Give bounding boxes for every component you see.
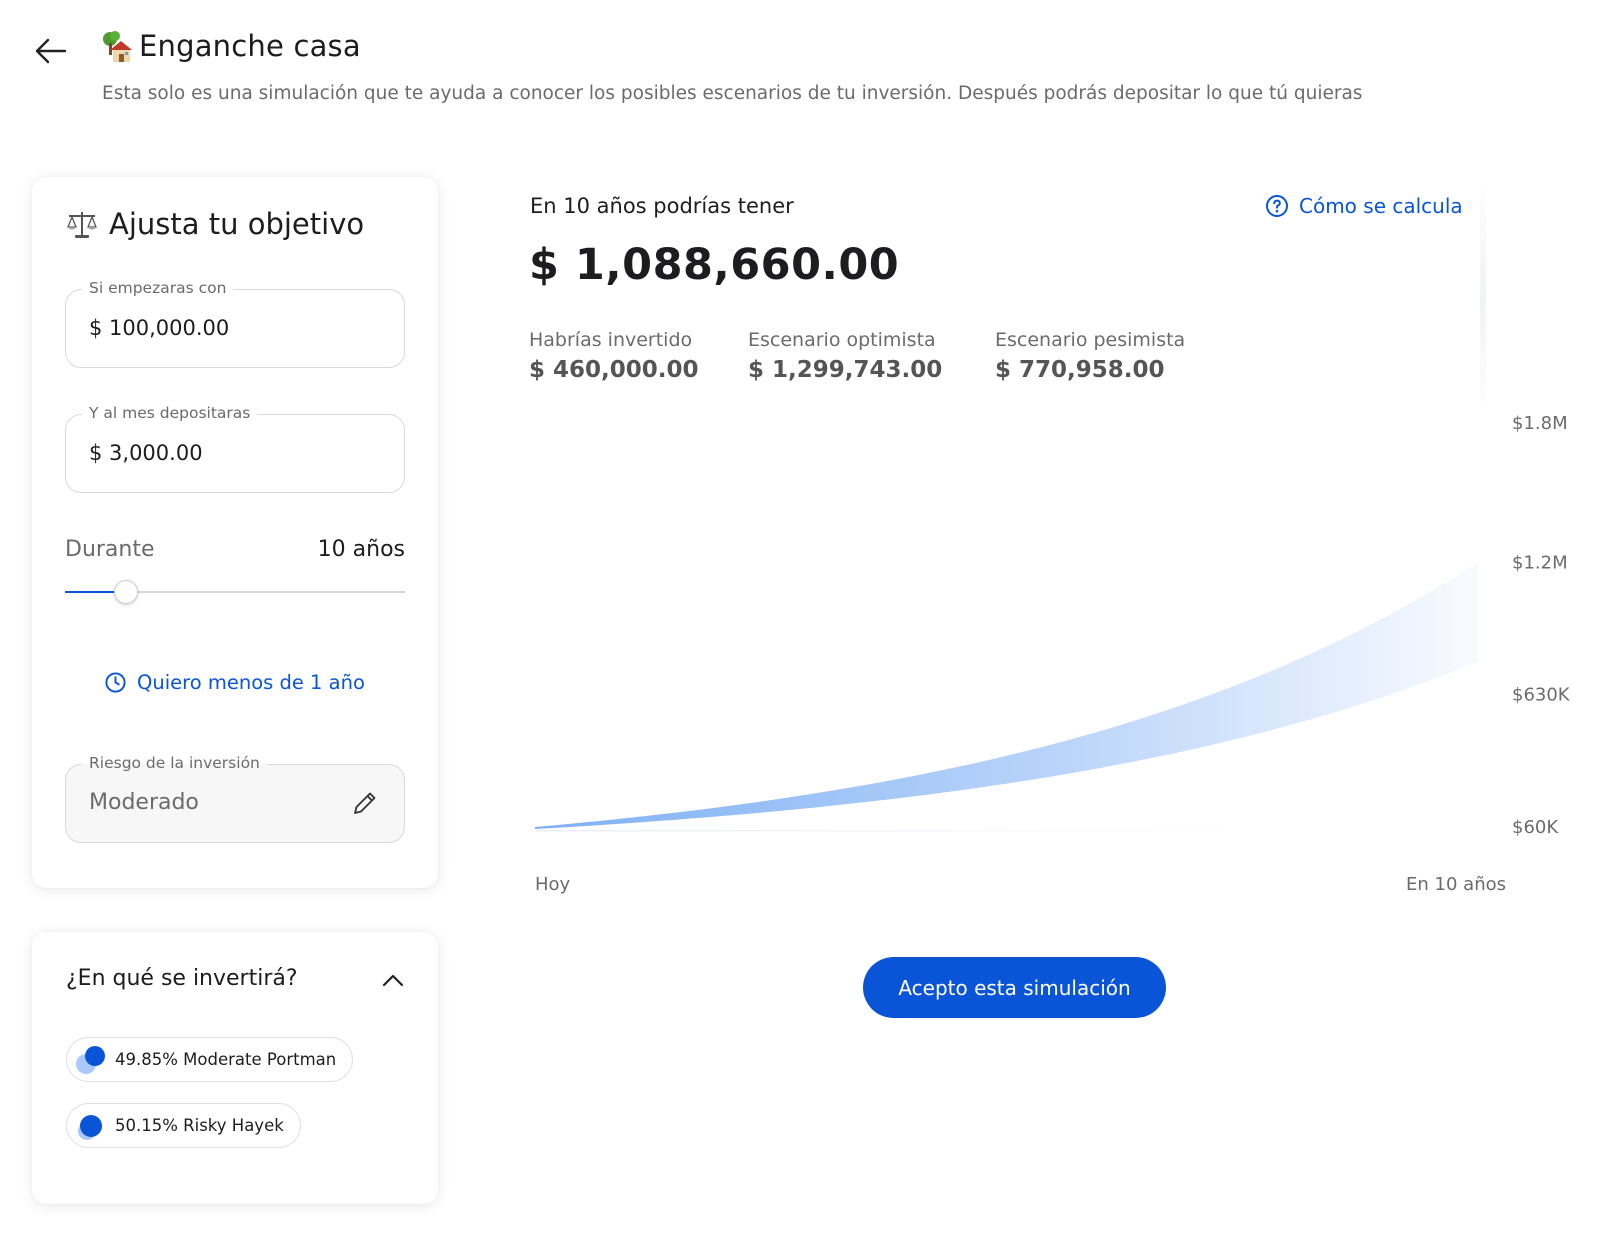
objective-title: Ajusta tu objetivo (109, 207, 365, 241)
house-with-tree-icon (103, 31, 132, 62)
help-circle-icon (1266, 195, 1288, 217)
stat-label: Escenario optimista (748, 329, 936, 351)
monthly-deposit-label: Y al mes depositaras (82, 404, 258, 422)
y-tick-label: $1.8M (1512, 413, 1568, 434)
slider-thumb[interactable] (114, 580, 139, 604)
initial-amount-field[interactable]: Si empezaras con $ 100,000.00 (65, 279, 405, 368)
stat-value: $ 770,958.00 (995, 357, 1165, 383)
short-term-label: Quiero menos de 1 año (137, 671, 365, 694)
how-calculated-label: Cómo se calcula (1299, 194, 1463, 218)
allocation-card: ¿En qué se invertirá? 49.85% Moderate Po… (32, 932, 438, 1204)
x-tick-label: En 10 años (1406, 874, 1506, 895)
how-calculated-link[interactable]: Cómo se calcula (1265, 194, 1463, 218)
accept-simulation-button[interactable]: Acepto esta simulación (863, 957, 1166, 1018)
stat-value: $ 460,000.00 (529, 357, 699, 383)
stat-pessimistic: Escenario pesimista $ 770,958.00 (995, 329, 1185, 383)
duration-label: Durante (65, 537, 155, 562)
allocation-chip[interactable]: 49.85% Moderate Portman (66, 1037, 354, 1082)
allocation-title: ¿En qué se invertirá? (66, 966, 298, 991)
monthly-deposit-input[interactable]: $ 3,000.00 (89, 441, 203, 465)
stat-optimistic: Escenario optimista $ 1,299,743.00 (748, 329, 942, 383)
balance-scale-icon (67, 212, 97, 238)
short-term-link[interactable]: Quiero menos de 1 año (104, 671, 365, 694)
duration-value: 10 años (317, 537, 405, 562)
stat-label: Habrías invertido (529, 329, 693, 351)
stat-invested: Habrías invertido $ 460,000.00 (529, 329, 699, 383)
pencil-icon[interactable] (350, 788, 380, 818)
y-tick-label: $60K (1512, 817, 1559, 838)
chart-edge-fade (1480, 178, 1486, 418)
page-title: Enganche casa (139, 29, 361, 63)
y-tick-label: $630K (1512, 685, 1571, 706)
objective-card: Ajusta tu objetivo Si empezaras con $ 10… (32, 177, 438, 888)
page-subtitle: Esta solo es una simulación que te ayuda… (102, 83, 1363, 104)
scenario-range-band (535, 562, 1478, 829)
projection-lead: En 10 años podrías tener (530, 194, 794, 218)
allocation-chip-label: 49.85% Moderate Portman (115, 1050, 337, 1069)
projected-amount: $ 1,088,660.00 (529, 240, 900, 290)
initial-amount-input[interactable]: $ 100,000.00 (89, 316, 229, 340)
allocation-chip-label: 50.15% Risky Hayek (115, 1116, 284, 1135)
monthly-deposit-field[interactable]: Y al mes depositaras $ 3,000.00 (65, 404, 405, 493)
back-button[interactable] (33, 34, 69, 68)
chevron-up-icon[interactable] (380, 968, 406, 994)
objective-heading: Ajusta tu objetivo (65, 207, 364, 241)
y-tick-label: $1.2M (1512, 552, 1568, 573)
risk-value: Moderado (89, 790, 199, 815)
x-tick-label: Hoy (535, 874, 571, 895)
clock-icon (105, 672, 126, 693)
initial-amount-label: Si empezaras con (82, 279, 234, 297)
portfolio-dots-icon (76, 1046, 105, 1074)
portfolio-dots-icon (78, 1115, 102, 1140)
risk-field[interactable]: Riesgo de la inversión Moderado (65, 754, 405, 843)
arrow-left-icon (35, 38, 67, 64)
duration-slider[interactable] (65, 579, 405, 605)
risk-label: Riesgo de la inversión (82, 754, 267, 772)
stat-label: Escenario pesimista (995, 329, 1186, 351)
stat-value: $ 1,299,743.00 (748, 357, 943, 383)
allocation-chip[interactable]: 50.15% Risky Hayek (66, 1103, 301, 1148)
chart-baseline (535, 830, 1295, 832)
